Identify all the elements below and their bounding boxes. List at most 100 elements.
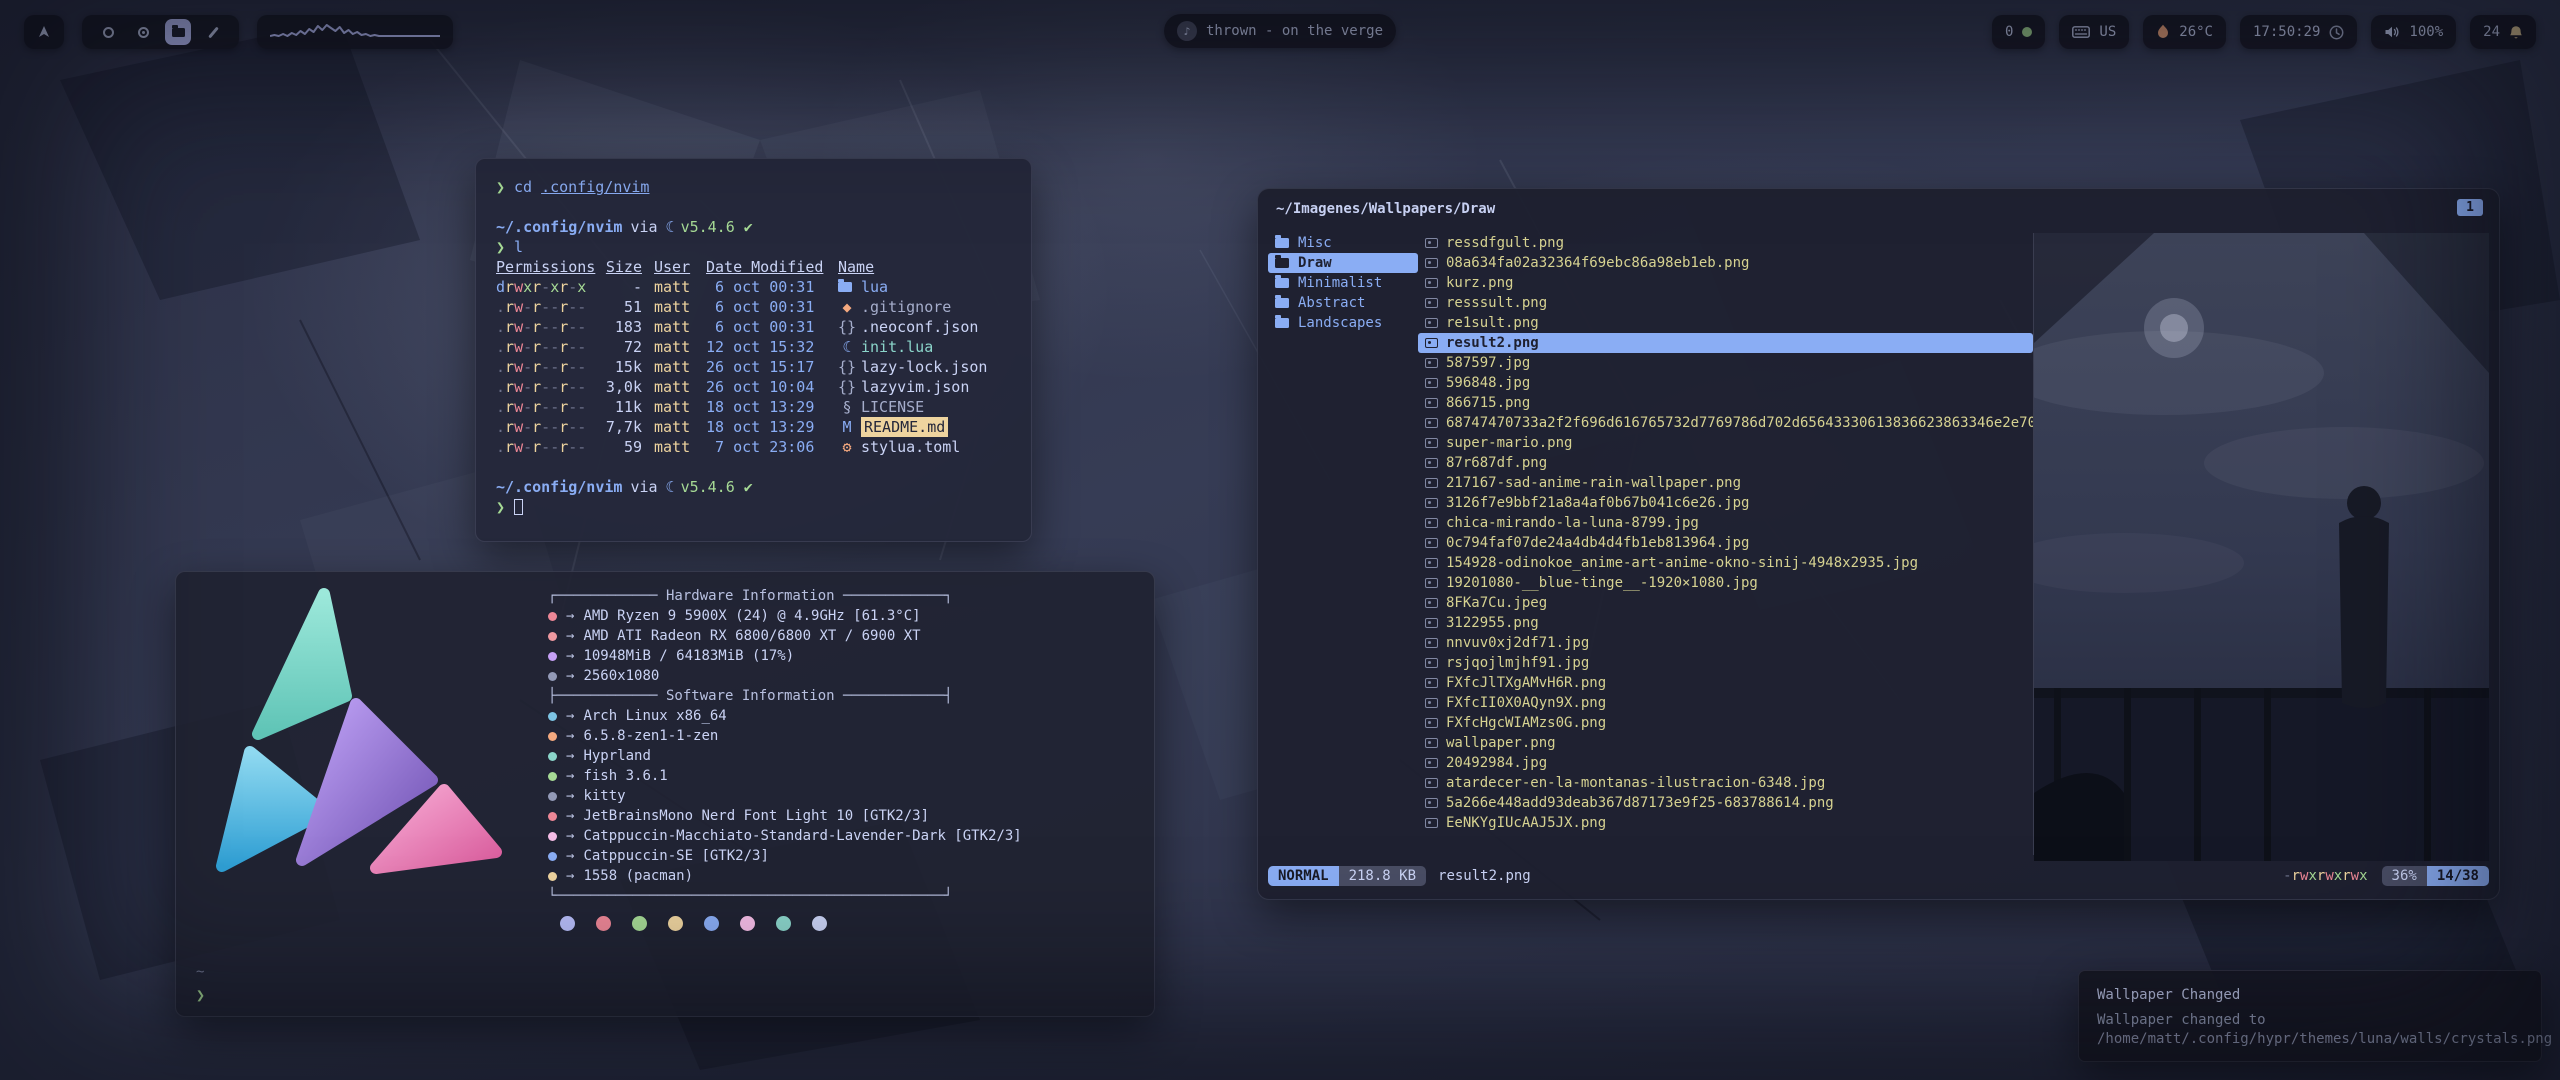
terminal-window[interactable]: ❯ cd .config/nvim ~/.config/nvim via ☾ v… [475,158,1032,542]
leaf-icon [2022,27,2032,37]
keyboard-icon [2072,26,2090,38]
arrow-icon: → [566,806,574,826]
fetch-terminal-window[interactable]: ┌──────────── Hardware Information ─────… [175,571,1155,1017]
selected-file-name: result2.png [1438,868,1531,884]
keyboard-layout-module[interactable]: US [2059,15,2129,49]
file-list-item[interactable]: super-mario.png [1418,433,2033,453]
sidebar-dir-landscapes[interactable]: Landscapes [1268,313,1418,333]
sidebar-dir-misc[interactable]: Misc [1268,233,1418,253]
file-size-badge: 218.8 KB [1339,866,1426,886]
file-list-item[interactable]: FXfcJlTXgAMvH6R.png [1418,673,2033,693]
file-name: result2.png [1446,335,1539,351]
image-preview-panel [2034,233,2489,855]
audio-visualizer-module[interactable] [257,15,453,49]
file-size: 51 [602,297,642,317]
file-list-item[interactable]: wallpaper.png [1418,733,2033,753]
column-header-label: User [654,257,690,277]
palette-dot-4 [668,916,683,931]
updates-module[interactable]: 0 [1992,15,2045,49]
pen-icon [208,26,219,38]
file-list-item[interactable]: 3122955.png [1418,613,2033,633]
image-icon [1425,478,1438,488]
sidebar-dir-draw[interactable]: Draw [1268,253,1418,273]
workspace-4[interactable] [200,19,226,45]
file-list-item[interactable]: ressdfgult.png [1418,233,2033,253]
column-header-label: Date Modified [706,257,823,277]
file-list-item[interactable]: kurz.png [1418,273,2033,293]
cpu-icon [548,612,557,621]
file-name-cell: ☾init.lua [838,337,1011,357]
file-name: 866715.png [1446,395,1530,411]
file-name: lazyvim.json [861,377,969,397]
notification-popup[interactable]: Wallpaper Changed Wallpaper changed to /… [2078,970,2542,1062]
file-list-item[interactable]: 866715.png [1418,393,2033,413]
workspace-3[interactable] [165,19,191,45]
file-row: drwxr-xr-x-matt 6 oct 00:31lua [496,277,1011,297]
file-date: 12 oct 15:32 [706,337,826,357]
image-icon [1425,818,1438,828]
fetch-line-wm: →Hyprland [548,746,1022,766]
file-list-item[interactable]: 08a634fa02a32364f69ebc86a98eb1eb.png [1418,253,2033,273]
file-manager-window[interactable]: ~/Imagenes/Wallpapers/Draw 1 MiscDrawMin… [1257,188,2500,900]
file-list-panel: ressdfgult.png08a634fa02a32364f69ebc86a9… [1418,233,2034,855]
file-list-item[interactable]: 596848.jpg [1418,373,2033,393]
file-name: init.lua [861,337,933,357]
permissions: .rw-r--r-- [496,377,590,397]
file-list-item[interactable]: FXfcHgcWIAMzs0G.png [1418,713,2033,733]
file-list-item[interactable]: 217167-sad-anime-rain-wallpaper.png [1418,473,2033,493]
file-list-item[interactable]: rsjqojlmjhf91.jpg [1418,653,2033,673]
file-list-item[interactable]: 3126f7e9bbf21a8a4af0b67b041c6e26.jpg [1418,493,2033,513]
file-list-item[interactable]: resssult.png [1418,293,2033,313]
volume-module[interactable]: 100% [2371,15,2456,49]
file-list-item[interactable]: result2.png [1418,333,2033,353]
memory-icon [548,652,557,661]
file-date: 26 oct 10:04 [706,377,826,397]
notifications-module[interactable]: 24 [2470,15,2536,49]
file-size: 7,7k [602,417,642,437]
column-header: Date Modified [706,257,826,277]
file-list-item[interactable]: re1sult.png [1418,313,2033,333]
file-list-item[interactable]: 154928-odinokoe_anime-art-anime-okno-sin… [1418,553,2033,573]
cwd-tilde: ~ [196,964,204,980]
file-list-item[interactable]: 68747470733a2f2f696d616765732d7769786d70… [1418,413,2033,433]
file-list-item[interactable]: 5a266e448add93deab367d87173e9f25-6837886… [1418,793,2033,813]
image-icon [1425,658,1438,668]
file-list-item[interactable]: nnvuv0xj2df71.jpg [1418,633,2033,653]
image-icon [1425,778,1438,788]
check-icon: ✔ [744,217,753,237]
kernel-icon [548,732,557,741]
sidebar-dir-minimalist[interactable]: Minimalist [1268,273,1418,293]
media-player-module[interactable]: ♪ thrown - on the verge [1164,14,1396,48]
file-list-item[interactable]: 0c794faf07de24a4db4d4fb1eb813964.jpg [1418,533,2033,553]
palette-dot-1 [560,916,575,931]
file-name: super-mario.png [1446,435,1572,451]
file-list-item[interactable]: FXfcII0X0AQyn9X.png [1418,693,2033,713]
arrow-icon: → [566,646,574,666]
file-list-item[interactable]: atardecer-en-la-montanas-ilustracion-634… [1418,773,2033,793]
clock-module[interactable]: 17:50:29 [2240,15,2357,49]
sidebar-dir-abstract[interactable]: Abstract [1268,293,1418,313]
fetch-line-display: →2560x1080 [548,666,1022,686]
file-list-item[interactable]: chica-mirando-la-luna-8799.jpg [1418,513,2033,533]
temperature-module[interactable]: 26°C [2143,15,2226,49]
updates-count: 0 [2005,24,2013,40]
file-row: .rw-r--r--11kmatt18 oct 13:29§LICENSE [496,397,1011,417]
file-list-item[interactable]: EeNKYgIUcAAJ5JX.png [1418,813,2033,833]
terminal-icon [548,792,557,801]
parent-directory-panel: MiscDrawMinimalistAbstractLandscapes [1268,233,1418,855]
file-list-item[interactable]: 87r687df.png [1418,453,2033,473]
column-header-label: Name [838,257,874,277]
file-list-item[interactable]: 19201080-__blue-tinge__-1920×1080.jpg [1418,573,2033,593]
file-list-item[interactable]: 20492984.jpg [1418,753,2033,773]
file-name: 0c794faf07de24a4db4d4fb1eb813964.jpg [1446,535,1749,551]
workspace-2[interactable] [130,19,156,45]
file-owner: matt [654,317,694,337]
file-list-item[interactable]: 587597.jpg [1418,353,2033,373]
launcher-button[interactable] [24,15,64,49]
file-name-cell: {}lazy-lock.json [838,357,1011,377]
workspace-1[interactable] [95,19,121,45]
tab-badge[interactable]: 1 [2457,199,2483,216]
fetch-line-icon-theme: →Catppuccin-SE [GTK2/3] [548,846,1022,866]
file-owner: matt [654,417,694,437]
file-list-item[interactable]: 8FKa7Cu.jpeg [1418,593,2033,613]
